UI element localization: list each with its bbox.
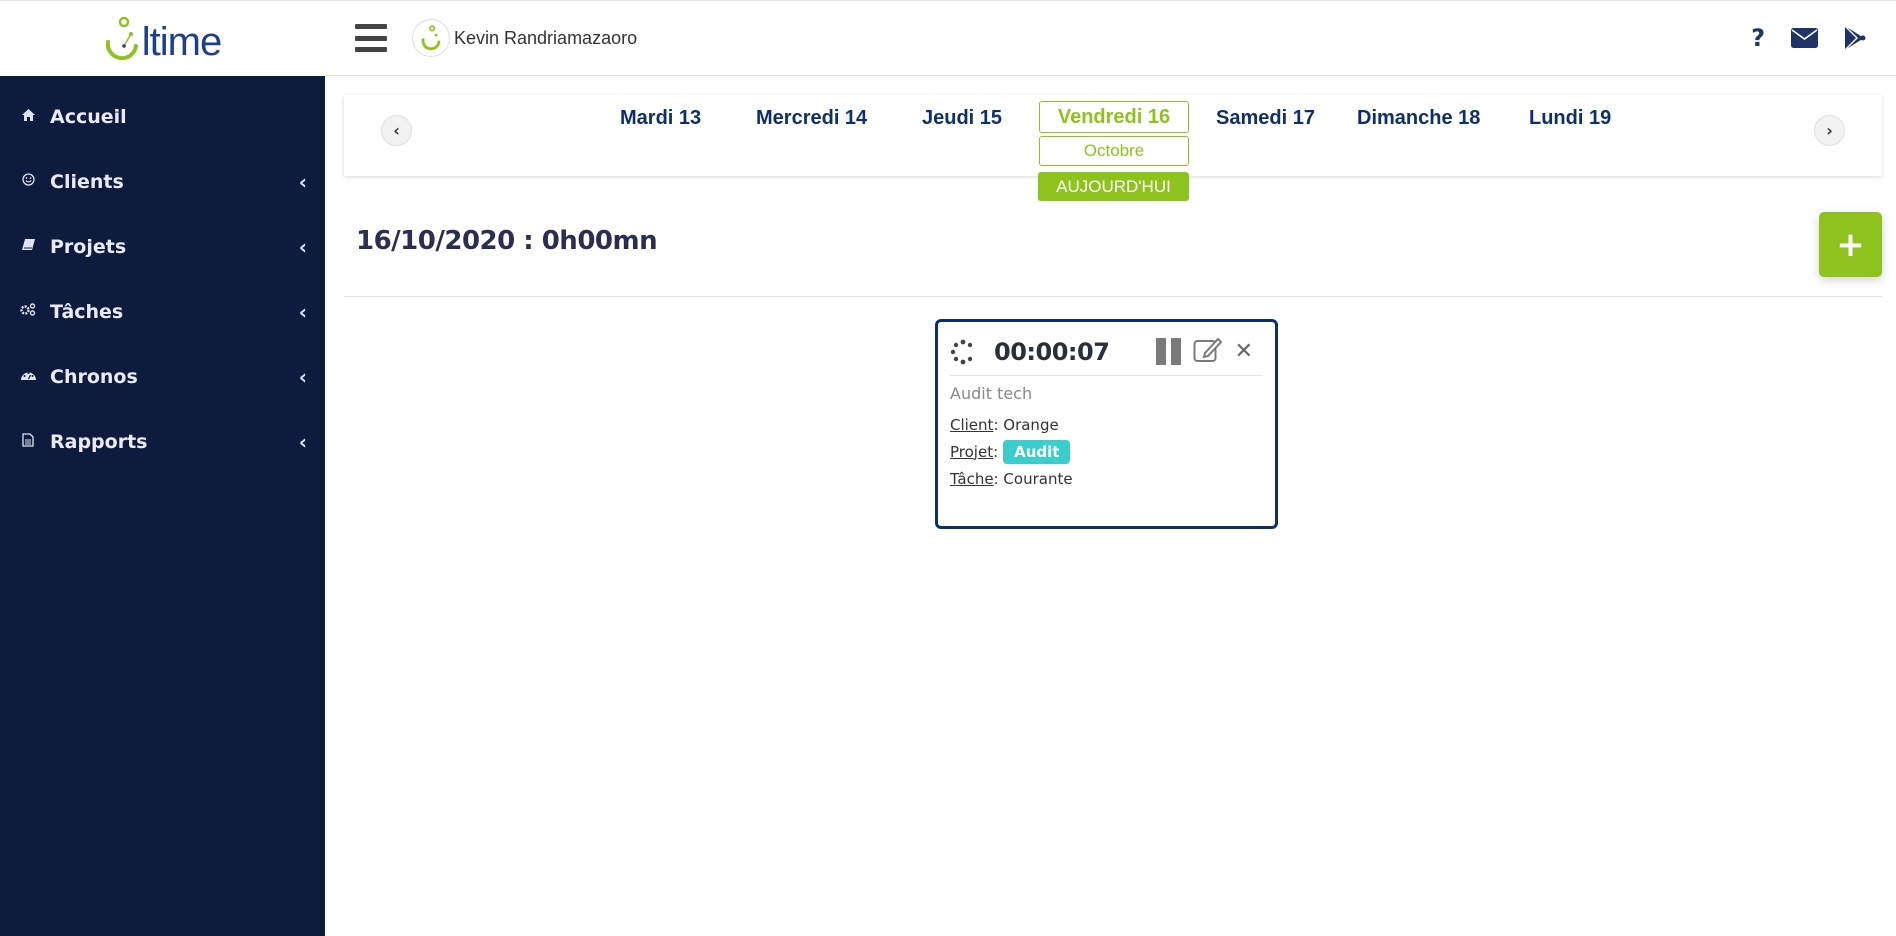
edit-icon[interactable] [1193,336,1223,367]
plus-icon: + [1836,224,1865,265]
play-store-icon[interactable] [1844,26,1866,50]
sidebar-item-label: Accueil [50,105,127,128]
pause-bar [1170,338,1181,365]
username[interactable]: Kevin Randriamazaoro [454,28,637,49]
day-tab-active[interactable]: Vendredi 16 [1039,101,1189,133]
project-row: Projet : Audit [950,438,1073,465]
hamburger-line [355,24,387,29]
chevron-left-icon: ‹ [298,299,307,324]
smile-icon [18,173,38,190]
today-button[interactable]: AUJOURD'HUI [1038,172,1189,201]
header-actions: ? [1751,24,1866,52]
client-label: Client [950,415,994,434]
day-tab[interactable]: Mardi 13 [620,107,701,130]
elapsed-time: 00:00:07 [994,337,1110,366]
sidebar-item-label: Projets [50,235,127,258]
sidebar-nav: Accueil Clients ‹ Projets ‹ Tâches ‹ Chr… [0,76,325,474]
chevron-left-icon: ‹ [298,429,307,454]
spinner-icon [950,339,973,364]
app-logo[interactable]: ltime [104,16,222,64]
client-value: Orange [1003,415,1059,434]
sidebar-item-chronos[interactable]: Chronos ‹ [0,344,325,409]
sidebar-item-label: Tâches [50,300,124,323]
day-tab[interactable]: Jeudi 15 [922,107,1002,130]
previous-week-button[interactable]: ‹ [381,115,412,146]
task-label: Tâche [950,469,994,488]
sidebar-item-label: Rapports [50,430,148,453]
label-colon: : [993,415,1004,434]
dashboard-icon [18,369,38,385]
sidebar-item-rapports[interactable]: Rapports ‹ [0,409,325,474]
sidebar-item-taches[interactable]: Tâches ‹ [0,279,325,344]
sidebar-item-label: Clients [50,170,124,193]
day-total-summary: 16/10/2020 : 0h00mn [356,226,658,256]
project-badge: Audit [1003,439,1071,464]
hamburger-line [355,47,387,52]
sidebar-item-projets[interactable]: Projets ‹ [0,214,325,279]
add-entry-button[interactable]: + [1819,212,1882,277]
entry-title: Audit tech [950,384,1033,403]
hamburger-line [355,35,387,41]
avatar[interactable] [412,19,450,57]
book-icon [18,238,38,255]
project-label: Projet [950,442,994,461]
task-value: Courante [1003,469,1073,488]
cogs-icon [18,303,38,320]
chevron-left-icon: ‹ [298,234,307,259]
timer-actions: ✕ [1155,336,1253,367]
home-icon [18,108,38,125]
logo-mark-icon [105,16,138,60]
divider [344,296,1882,297]
menu-toggle-button[interactable] [355,24,387,52]
client-row: Client : Orange [950,411,1073,438]
pause-bar [1155,338,1166,365]
logo-area: ltime [0,0,325,76]
date-navigator: ‹ Mardi 13 Mercredi 14 Jeudi 15 Vendredi… [344,95,1882,176]
sidebar-item-accueil[interactable]: Accueil [0,84,325,149]
timer-card-header: 00:00:07 ✕ [950,328,1263,376]
avatar-logo-icon [421,25,441,51]
pause-icon[interactable] [1155,338,1181,365]
sidebar: ltime Accueil Clients ‹ Projets ‹ Tâches… [0,0,325,936]
day-tab[interactable]: Mercredi 14 [756,107,867,130]
next-week-button[interactable]: › [1814,115,1845,146]
label-colon: : [993,442,999,461]
close-icon[interactable]: ✕ [1235,339,1253,364]
sidebar-item-clients[interactable]: Clients ‹ [0,149,325,214]
sidebar-item-label: Chronos [50,365,138,388]
top-header: Kevin Randriamazaoro ? [325,0,1896,76]
task-row: Tâche : Courante [950,465,1073,492]
mail-icon[interactable] [1791,28,1818,48]
file-text-icon [18,432,38,451]
timer-card-body: Audit tech Client : Orange Projet : Audi… [950,384,1073,492]
chevron-right-icon: › [1826,121,1833,140]
timer-card: 00:00:07 ✕ Audit tech Client : Orange Pr… [935,319,1278,529]
help-icon[interactable]: ? [1751,24,1765,52]
day-tab[interactable]: Samedi 17 [1216,107,1315,130]
day-tab[interactable]: Dimanche 18 [1357,107,1480,130]
chevron-left-icon: ‹ [393,121,400,140]
label-colon: : [993,469,1004,488]
logo-text: ltime [141,19,222,64]
day-tab[interactable]: Lundi 19 [1529,107,1611,130]
month-selector[interactable]: Octobre [1039,136,1189,166]
chevron-left-icon: ‹ [298,169,307,194]
chevron-left-icon: ‹ [298,364,307,389]
